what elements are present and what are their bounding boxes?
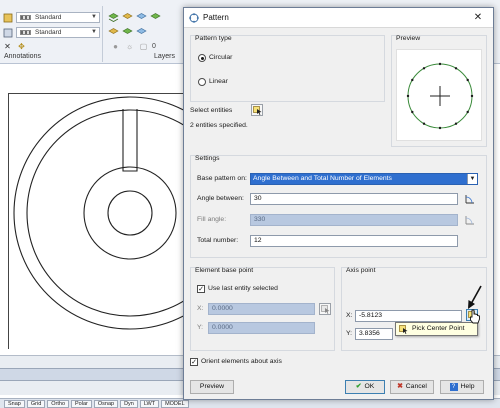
- ok-button[interactable]: ✔ OK: [345, 380, 385, 394]
- total-number-input[interactable]: 12: [250, 235, 458, 247]
- base-y-label: Y:: [197, 324, 204, 331]
- preview-button[interactable]: Preview: [190, 380, 234, 394]
- pattern-dialog: Pattern ✕ Pattern type Circular Linear P…: [183, 7, 494, 400]
- select-entities-label: Select entities: [190, 107, 233, 114]
- base-pattern-select[interactable]: Angle Between and Total Number of Elemen…: [250, 173, 478, 185]
- linear-label[interactable]: Linear: [209, 78, 228, 85]
- status-polar-button[interactable]: Polar: [71, 399, 92, 408]
- orient-elements-checkbox[interactable]: ✓: [190, 358, 198, 366]
- orient-elements-label[interactable]: Orient elements about axis: [201, 358, 282, 365]
- preview-canvas: [396, 49, 482, 141]
- settings-label: Settings: [195, 155, 220, 162]
- angle-picker-button[interactable]: [464, 193, 476, 205]
- base-pattern-label: Base pattern on:: [197, 175, 247, 182]
- angle-between-label: Angle between:: [197, 195, 244, 202]
- status-dyn-button[interactable]: Dyn: [120, 399, 138, 408]
- pick-center-point-tooltip: Pick Center Point: [395, 322, 478, 336]
- cancel-x-icon: ✖: [397, 383, 403, 390]
- angle-between-input[interactable]: 30: [250, 193, 458, 205]
- help-button[interactable]: ? Help: [440, 380, 484, 394]
- select-entities-button[interactable]: [251, 104, 263, 116]
- angle-icon: [465, 195, 474, 204]
- circular-radio[interactable]: [198, 54, 206, 62]
- preview-label: Preview: [396, 35, 421, 42]
- cancel-button[interactable]: ✖ Cancel: [390, 380, 434, 394]
- chevron-down-icon: ▼: [467, 174, 477, 184]
- preview-drawing: [406, 62, 474, 130]
- cursor-icon: [399, 325, 409, 334]
- entities-status: 2 entities specified.: [190, 122, 248, 129]
- use-last-entity-checkbox[interactable]: ✓: [197, 285, 205, 293]
- viewport-frame: [8, 93, 194, 349]
- mouse-pointer-icon: [470, 309, 480, 324]
- status-model-button[interactable]: MODEL: [161, 399, 189, 408]
- close-icon[interactable]: ✕: [463, 8, 493, 27]
- angle-icon: [465, 216, 474, 225]
- linear-radio[interactable]: [198, 78, 206, 86]
- help-icon: ?: [449, 383, 458, 391]
- status-ortho-button[interactable]: Ortho: [47, 399, 70, 408]
- status-grid-button[interactable]: Grid: [26, 399, 46, 408]
- status-osnap-button[interactable]: Osnap: [93, 399, 119, 408]
- fill-angle-input: 330: [250, 214, 458, 226]
- axis-y-label: Y:: [346, 330, 353, 337]
- fill-angle-label: Fill angle:: [197, 216, 227, 223]
- cursor-icon: [252, 105, 261, 115]
- axis-point-label: Axis point: [346, 267, 376, 274]
- cursor-icon: [320, 304, 329, 314]
- base-y-input: 0.0000: [208, 322, 315, 334]
- axis-x-label: X:: [346, 312, 353, 319]
- status-snap-button[interactable]: Snap: [4, 399, 25, 408]
- base-x-input: 0.0000: [208, 303, 315, 315]
- axis-x-input[interactable]: -5.8123: [355, 310, 462, 322]
- element-base-point-label: Element base point: [195, 267, 254, 274]
- total-number-label: Total number:: [197, 237, 239, 244]
- angle-picker-button-disabled: [464, 214, 476, 226]
- dialog-title: Pattern: [203, 13, 229, 22]
- axis-y-input[interactable]: 3.8356: [355, 328, 393, 340]
- check-icon: ✔: [355, 383, 362, 390]
- circular-label[interactable]: Circular: [209, 54, 232, 61]
- dialog-titlebar[interactable]: Pattern ✕: [184, 8, 493, 28]
- base-point-pick-button: [319, 303, 331, 315]
- base-x-label: X:: [197, 305, 204, 312]
- use-last-entity-label[interactable]: Use last entity selected: [208, 285, 278, 292]
- pattern-icon: [189, 13, 199, 23]
- pattern-type-group: [190, 35, 385, 102]
- pattern-type-label: Pattern type: [195, 35, 232, 42]
- status-lwt-button[interactable]: LWT: [139, 399, 160, 408]
